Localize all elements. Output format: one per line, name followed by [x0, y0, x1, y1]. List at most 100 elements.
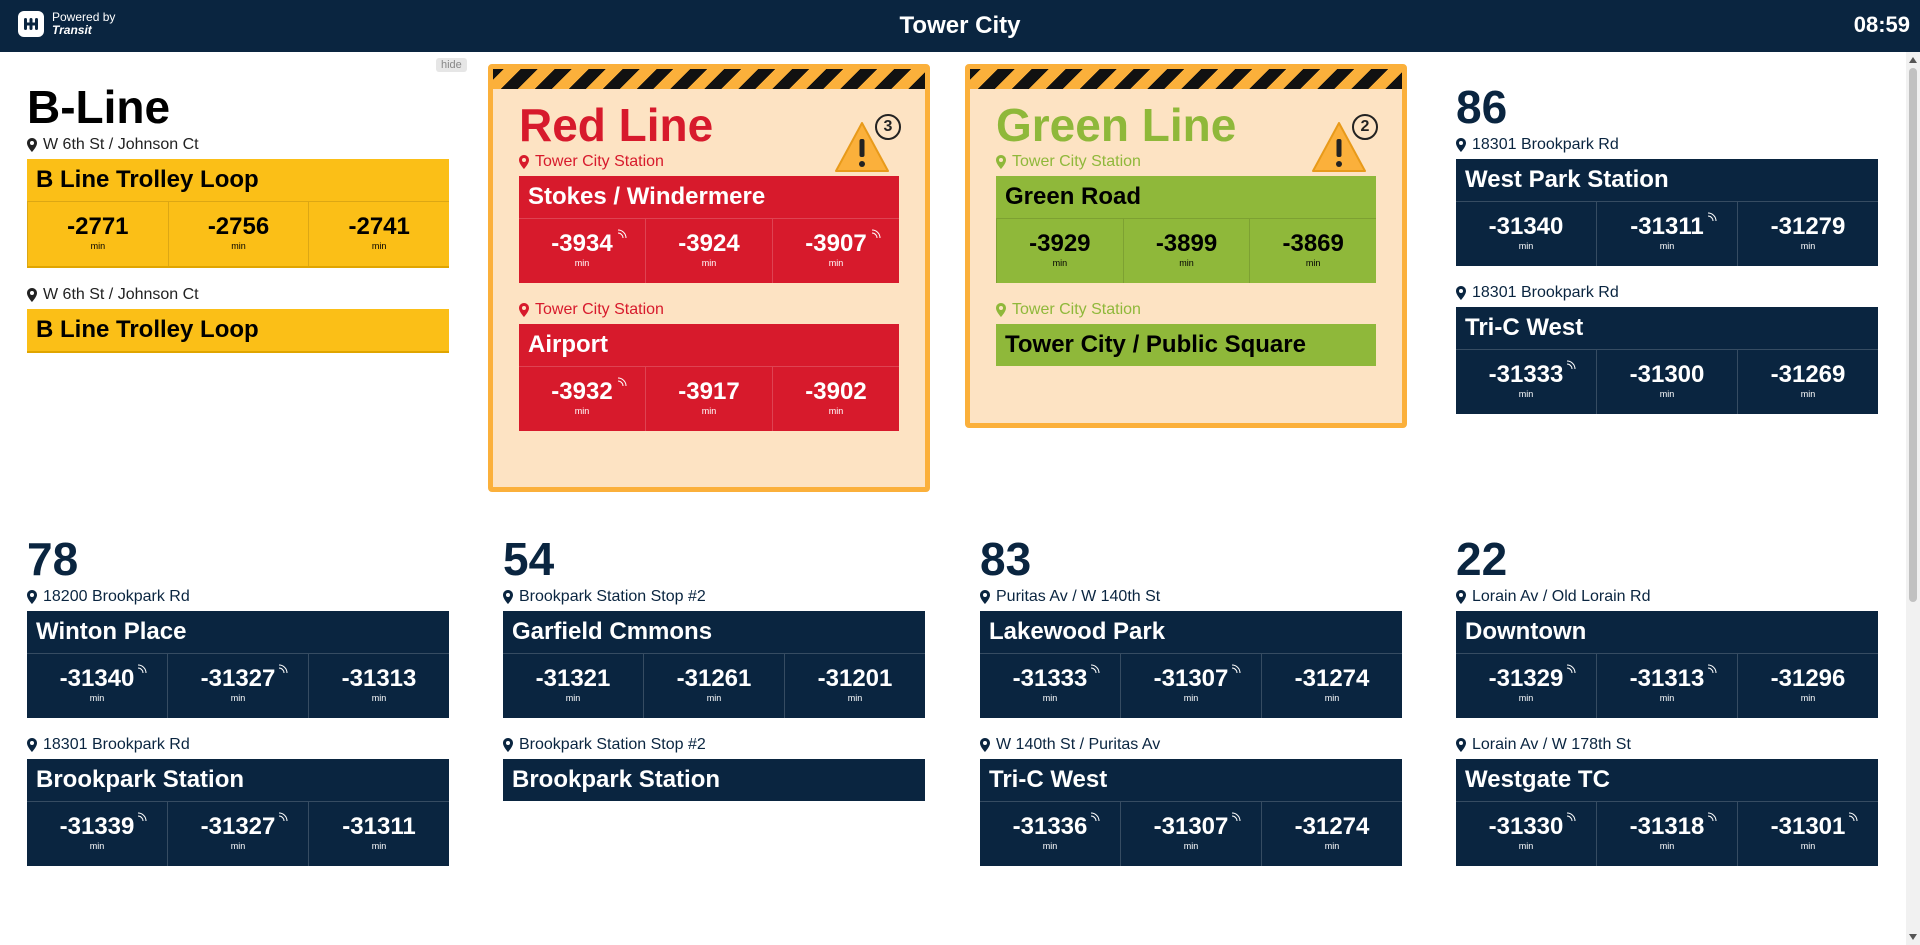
- stop-location: Puritas Av / W 140th St: [980, 586, 1402, 608]
- realtime-icon: [1707, 664, 1717, 674]
- realtime-icon: [617, 377, 627, 387]
- alert-stripes: [493, 69, 925, 89]
- scrollbar[interactable]: [1906, 52, 1920, 945]
- departure-time: -2771 min: [27, 202, 168, 266]
- map-pin-icon: [27, 138, 37, 152]
- departure-time: -31340 min: [27, 654, 167, 718]
- realtime-icon: [1707, 212, 1717, 222]
- stop-location: Lorain Av / Old Lorain Rd: [1456, 586, 1878, 608]
- departure-board[interactable]: B Line Trolley Loop: [27, 309, 449, 353]
- stop-location: Brookpark Station Stop #2: [503, 586, 925, 608]
- route-card-83: 83 Puritas Av / W 140th St Lakewood Park…: [980, 536, 1402, 882]
- departure-time: -31327 min: [167, 802, 308, 866]
- route-name: 78: [27, 533, 79, 585]
- departure-time: -3869 min: [1249, 219, 1376, 283]
- departure-board[interactable]: Tower City / Public Square: [996, 324, 1376, 366]
- realtime-icon: [871, 229, 881, 239]
- departure-board[interactable]: Garfield Cmmons -31321 min -31261 min -312…: [503, 611, 925, 718]
- departure-board[interactable]: Downtown -31329 min -31313 min -31296 min: [1456, 611, 1878, 718]
- departure-board[interactable]: Tri-C West -31336 min -31307 min -31274 min: [980, 759, 1402, 866]
- clock: 08:59: [1853, 12, 1910, 37]
- route-card-78: 78 18200 Brookpark Rd Winton Place -3134…: [27, 536, 449, 882]
- destination: B Line Trolley Loop: [36, 316, 259, 343]
- map-pin-icon: [996, 303, 1006, 317]
- top-bar: Powered by Transit Tower City 08:59: [0, 0, 1920, 52]
- stop-location: Brookpark Station Stop #2: [503, 734, 925, 756]
- departure-time: -31296 min: [1737, 654, 1878, 718]
- departure-board[interactable]: Winton Place -31340 min -31327 min -31313 m…: [27, 611, 449, 718]
- stop-location: Tower City Station: [996, 299, 1376, 321]
- scrollbar-thumb[interactable]: [1909, 68, 1917, 602]
- route-card-54: 54 Brookpark Station Stop #2 Garfield Cm…: [503, 536, 925, 817]
- map-pin-icon: [1456, 286, 1466, 300]
- realtime-icon: [1566, 664, 1576, 674]
- stop-location: 18301 Brookpark Rd: [1456, 282, 1878, 304]
- alert-stripes: [970, 69, 1402, 89]
- realtime-icon: [137, 664, 147, 674]
- map-pin-icon: [1456, 138, 1466, 152]
- departure-time: -31311 min: [308, 802, 449, 866]
- departure-time: -31329 min: [1456, 654, 1596, 718]
- departure-time: -3902 min: [772, 367, 899, 431]
- departure-board[interactable]: Brookpark Station -31339 min -31327 min -3…: [27, 759, 449, 866]
- stop-name: 18301 Brookpark Rd: [43, 736, 190, 753]
- departure-board[interactable]: Tri-C West -31333 min -31300 min -31269 min: [1456, 307, 1878, 414]
- stop-location: Lorain Av / W 178th St: [1456, 734, 1878, 756]
- map-pin-icon: [27, 590, 37, 604]
- departure-board[interactable]: West Park Station -31340 min -31311 min -3…: [1456, 159, 1878, 266]
- departure-time: -31336 min: [980, 802, 1120, 866]
- map-pin-icon: [1456, 738, 1466, 752]
- map-pin-icon: [996, 155, 1006, 169]
- departure-time: -31340 min: [1488, 213, 1564, 251]
- departure-time: -31300 min: [1596, 350, 1737, 414]
- page-title: Tower City: [899, 12, 1021, 39]
- destination: Garfield Cmmons: [503, 611, 925, 654]
- stop-name: W 6th St / Johnson Ct: [43, 286, 199, 303]
- departure-board[interactable]: Airport -3932 min -3917 min -3902 min: [519, 324, 899, 431]
- stop-location: W 6th St / Johnson Ct: [27, 134, 449, 156]
- route-name: 22: [1456, 533, 1508, 585]
- stop-name: Tower City Station: [1012, 153, 1141, 170]
- map-pin-icon: [980, 738, 990, 752]
- stop-location: 18200 Brookpark Rd: [27, 586, 449, 608]
- alert-count-badge: 2: [1352, 114, 1378, 140]
- route-name: B-Line: [27, 81, 171, 133]
- scroll-down-arrow-icon[interactable]: [1909, 934, 1917, 940]
- destination: Brookpark Station: [512, 766, 721, 793]
- hide-button[interactable]: hide: [436, 58, 467, 72]
- route-name: 86: [1456, 81, 1508, 133]
- departure-time: -3929 min: [996, 219, 1123, 283]
- departure-board[interactable]: Westgate TC -31330 min -31318 min -31301 mi…: [1456, 759, 1878, 866]
- departure-time: -31279 min: [1737, 202, 1878, 266]
- stop-name: Lorain Av / Old Lorain Rd: [1472, 588, 1651, 605]
- departure-time: -3907 min: [772, 219, 899, 283]
- departure-board[interactable]: B Line Trolley Loop -2771 min -2756 min -2…: [27, 159, 449, 268]
- stop-name: 18301 Brookpark Rd: [1472, 136, 1619, 153]
- destination: Westgate TC: [1456, 759, 1878, 802]
- realtime-icon: [278, 664, 288, 674]
- destination: Tri-C West: [1456, 307, 1878, 350]
- departure-board[interactable]: Brookpark Station: [503, 759, 925, 801]
- departure-time: -31274 min: [1261, 802, 1402, 866]
- departure-time: -31307 min: [1120, 654, 1261, 718]
- realtime-icon: [1231, 664, 1241, 674]
- departure-time: -31333 min: [1456, 350, 1596, 414]
- scroll-up-arrow-icon[interactable]: [1909, 57, 1917, 63]
- realtime-icon: [1090, 664, 1100, 674]
- destination: Green Road: [996, 176, 1376, 219]
- destination: Tri-C West: [980, 759, 1402, 802]
- route-card-b-line: B-Line W 6th St / Johnson Ct B Line Trol…: [27, 84, 449, 369]
- route-card-86: 86 18301 Brookpark Rd West Park Station …: [1456, 84, 1878, 430]
- destination: West Park Station: [1456, 159, 1878, 202]
- map-pin-icon: [27, 288, 37, 302]
- departure-board[interactable]: Lakewood Park -31333 min -31307 min -31274…: [980, 611, 1402, 718]
- departure-time: -31321 min: [535, 665, 611, 703]
- route-card-red-line: 3 Red Line Tower City Station Stokes / W…: [488, 64, 930, 492]
- departure-board[interactable]: Stokes / Windermere -3934 min -3924 min -3…: [519, 176, 899, 283]
- departure-board[interactable]: Green Road -3929 min -3899 min -3869 min: [996, 176, 1376, 283]
- stop-name: Puritas Av / W 140th St: [996, 588, 1161, 605]
- stop-name: Tower City Station: [1012, 301, 1141, 318]
- stop-name: 18200 Brookpark Rd: [43, 588, 190, 605]
- departure-time: -31339 min: [27, 802, 167, 866]
- departure-time: -31318 min: [1596, 802, 1737, 866]
